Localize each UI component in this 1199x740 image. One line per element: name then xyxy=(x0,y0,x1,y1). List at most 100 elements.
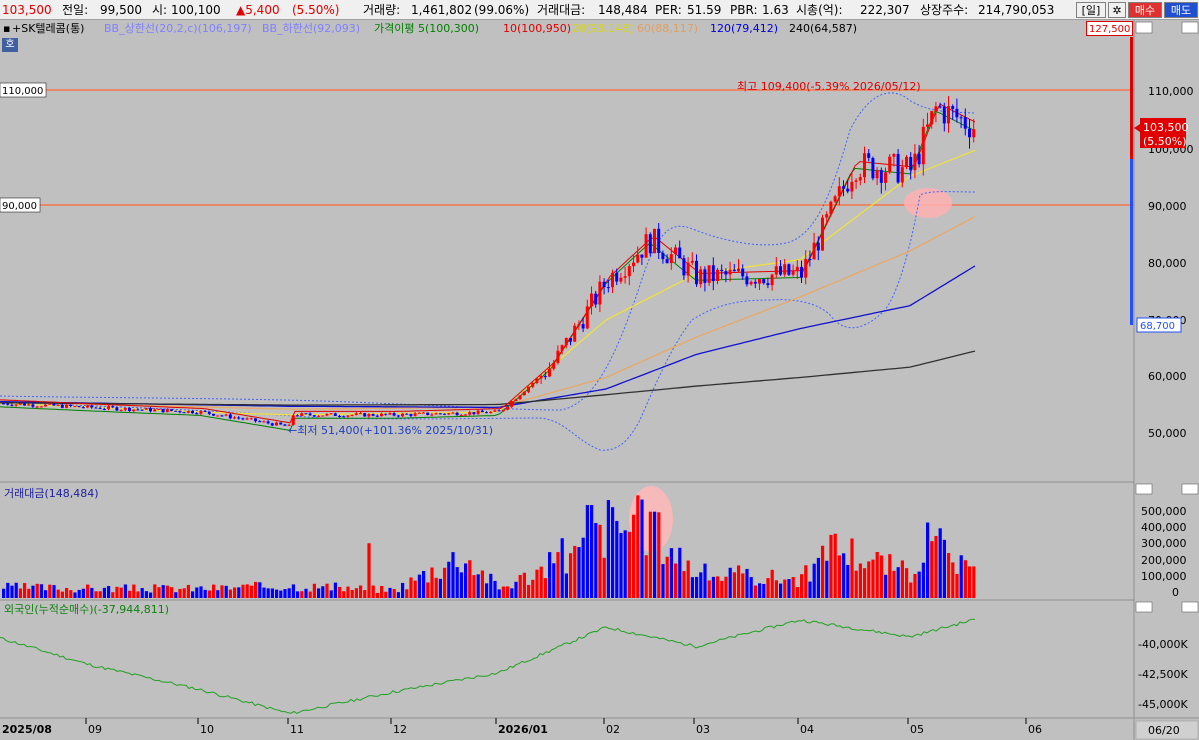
volume-bar xyxy=(867,561,871,598)
volume-bar xyxy=(10,585,14,598)
quote-button[interactable]: 호 xyxy=(2,38,18,52)
candle-body xyxy=(422,412,425,414)
open-label: 시: xyxy=(152,3,168,17)
volume-bar xyxy=(60,591,64,598)
candle-body xyxy=(926,124,929,127)
candle-body xyxy=(821,217,824,251)
period-daily-button[interactable]: [일] xyxy=(1076,2,1106,18)
candle-body xyxy=(619,277,623,282)
panel-expand-icon-2[interactable] xyxy=(1181,483,1199,495)
volume-bar xyxy=(657,512,661,598)
indicator-legend: ▪ +SK텔레콤(통) BB_상한선(20,2,c)(106,197) BB_하… xyxy=(0,20,1199,38)
volume-bar xyxy=(44,590,48,598)
candle-body xyxy=(879,170,883,183)
candle-body xyxy=(384,413,388,415)
candle-body xyxy=(653,228,656,254)
volume-bar xyxy=(863,568,867,598)
change-percent: (5.50%) xyxy=(292,3,340,17)
candle-body xyxy=(451,412,455,414)
candle-body xyxy=(934,106,938,112)
candle-body xyxy=(674,247,677,255)
bollinger-lower-band xyxy=(0,191,976,451)
panel-scale-icon-3[interactable] xyxy=(1135,601,1153,613)
ma-line-2 xyxy=(0,265,976,409)
sell-button[interactable]: 매도 xyxy=(1164,2,1198,18)
shares-value: 214,790,053 xyxy=(978,3,1055,17)
volume-bar xyxy=(938,528,942,598)
volume-bar xyxy=(27,588,31,598)
candle-body xyxy=(464,414,467,416)
buy-button[interactable]: 매수 xyxy=(1128,2,1162,18)
candle-body xyxy=(10,404,14,406)
price-tick-90000: 90,000 xyxy=(1148,200,1187,213)
candle-body xyxy=(174,410,178,412)
candle-body xyxy=(342,416,346,418)
volume-bar xyxy=(434,577,438,598)
candle-body xyxy=(648,234,652,254)
ma10-legend: 10(100,950) xyxy=(503,22,572,35)
candle-body xyxy=(812,242,816,260)
candle-body xyxy=(39,406,43,408)
candle-body xyxy=(917,153,921,165)
volume-bar xyxy=(56,589,60,598)
volume-bar xyxy=(816,557,820,598)
volume-bar xyxy=(333,582,337,598)
candle-body xyxy=(178,410,182,413)
low-marker-box xyxy=(1136,317,1182,333)
candle-body xyxy=(329,413,333,415)
candle-body xyxy=(254,418,257,422)
settings-icon[interactable]: ✲ xyxy=(1108,2,1126,18)
candle-body xyxy=(888,156,892,173)
candle-body xyxy=(409,414,413,416)
volume-bar xyxy=(254,581,258,598)
candle-body xyxy=(317,415,320,417)
panel-scale-icon-2[interactable] xyxy=(1135,483,1153,495)
candle-body xyxy=(900,167,904,183)
candle-body xyxy=(703,269,707,283)
candle-body xyxy=(644,234,648,258)
volume-bar xyxy=(438,578,442,598)
volume-bar xyxy=(224,585,228,598)
candle-body xyxy=(791,270,795,275)
volume-bar xyxy=(644,555,648,598)
volume-bar xyxy=(821,545,825,598)
stock-name[interactable]: +SK텔레콤(통) xyxy=(12,20,84,38)
volume-bar xyxy=(900,560,904,598)
volume-bar xyxy=(123,584,127,598)
volume-bar xyxy=(947,553,951,598)
candle-body xyxy=(535,378,539,383)
candle-body xyxy=(657,228,661,253)
candle-body xyxy=(459,415,463,417)
volume-bar xyxy=(153,584,157,598)
volume-bar xyxy=(405,589,409,598)
volume-bar xyxy=(275,589,279,598)
candle-body xyxy=(165,409,169,413)
price-range-down-bar xyxy=(1130,159,1133,325)
date-label-2025-08: 2025/08 xyxy=(2,723,52,736)
candle-body xyxy=(161,408,165,413)
pbr-label: PBR: xyxy=(730,3,758,17)
turnover-label: 거래대금: xyxy=(537,3,586,17)
volume-bar xyxy=(842,553,846,598)
per-label: PER: xyxy=(655,3,682,17)
volume-bar xyxy=(745,568,749,598)
volume-bar xyxy=(283,589,287,598)
panel-expand-icon-3[interactable] xyxy=(1181,601,1199,613)
volume-bar xyxy=(115,586,119,598)
volume-bar xyxy=(191,591,195,598)
candle-body xyxy=(972,129,976,138)
market-cap-value: 222,307 xyxy=(860,3,910,17)
price-tick-70000: 70,000 xyxy=(1148,314,1187,327)
volume-bar xyxy=(119,587,123,598)
volume-bar xyxy=(602,557,606,598)
volume-bar xyxy=(968,566,972,598)
price-tick-60000: 60,000 xyxy=(1148,370,1187,383)
candle-body xyxy=(627,266,631,277)
per-value: 51.59 xyxy=(687,3,722,17)
candle-body xyxy=(304,413,308,415)
volume-bar xyxy=(934,536,938,598)
candle-body xyxy=(371,413,375,416)
volume-bar xyxy=(128,590,132,598)
volume-bar xyxy=(149,592,153,598)
price-axis[interactable]: 110,000 100,000 90,000 80,000 70,000 60,… xyxy=(1130,37,1194,440)
